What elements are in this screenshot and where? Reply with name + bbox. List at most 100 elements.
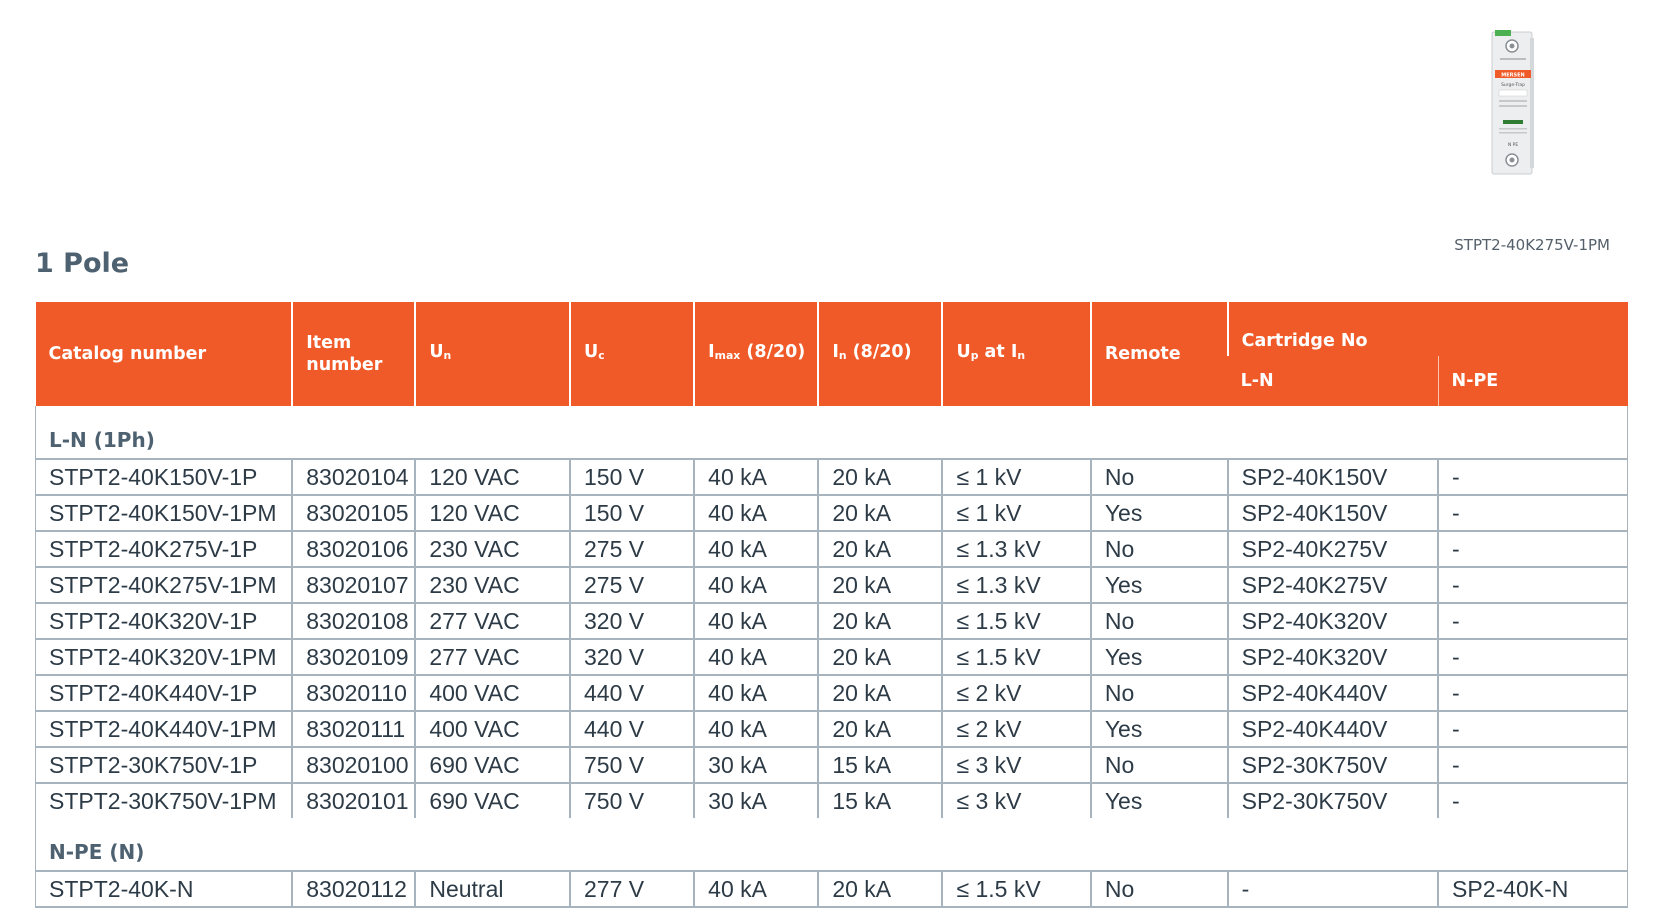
cell-imax: 40 kA <box>693 602 819 639</box>
header-imax: Imax (8/20) <box>693 302 819 406</box>
cell-uc: 275 V <box>568 566 695 603</box>
cell-cartridge-ln: SP2-40K440V <box>1226 710 1439 747</box>
group-row: L-N (1Ph) <box>35 406 1628 459</box>
cell-cartridge-ln: SP2-30K750V <box>1226 782 1439 818</box>
cell-uc: 150 V <box>568 458 695 495</box>
spec-table: Catalog number Item number Un Uc Imax (8… <box>35 302 1629 908</box>
cell-cartridge-ln: SP2-40K150V <box>1226 494 1439 531</box>
header-in: In (8/20) <box>817 302 943 406</box>
cell-cartridge-ln: SP2-40K320V <box>1226 638 1439 675</box>
table-body: L-N (1Ph) STPT2-40K150V-1P 83020104 120 VAC… <box>35 406 1629 908</box>
cell-item-number: 83020100 <box>291 746 416 783</box>
cell-up-at-in: ≤ 2 kV <box>941 674 1091 711</box>
cell-cartridge-npe: - <box>1437 710 1629 747</box>
cell-in: 20 kA <box>817 458 943 495</box>
cell-imax: 40 kA <box>693 566 819 603</box>
cell-un: 120 VAC <box>414 494 570 531</box>
cell-uc: 150 V <box>568 494 695 531</box>
cell-up-at-in: ≤ 1.3 kV <box>941 566 1091 603</box>
group-label: L-N (1Ph) <box>35 406 1628 459</box>
cell-item-number: 83020109 <box>291 638 416 675</box>
cell-un: 690 VAC <box>414 782 570 818</box>
table-row: STPT2-40K440V-1PM 83020111 400 VAC 440 V 40 … <box>35 710 1629 747</box>
cell-catalog-number: STPT2-40K440V-1P <box>35 674 293 711</box>
cell-item-number: 83020110 <box>291 674 416 711</box>
cell-item-number: 83020111 <box>291 710 416 747</box>
product-image: MERSEN Surge-Trap N PE <box>1490 28 1536 178</box>
cell-un: 277 VAC <box>414 602 570 639</box>
cell-un: 230 VAC <box>414 530 570 567</box>
cell-catalog-number: STPT2-40K150V-1PM <box>35 494 293 531</box>
table-row: STPT2-40K275V-1PM 83020107 230 VAC 275 V 40 … <box>35 566 1629 603</box>
cell-up-at-in: ≤ 1 kV <box>941 458 1091 495</box>
cell-un: 400 VAC <box>414 674 570 711</box>
device-model-text: Surge-Trap <box>1501 82 1525 88</box>
cell-uc: 275 V <box>568 530 695 567</box>
cell-cartridge-ln: SP2-40K275V <box>1226 530 1439 567</box>
cell-remote: No <box>1089 458 1228 495</box>
table-row: STPT2-40K150V-1P 83020104 120 VAC 150 V 40 k… <box>35 458 1629 495</box>
cell-in: 20 kA <box>817 494 943 531</box>
cell-remote: Yes <box>1089 566 1228 603</box>
device-mark-text: N PE <box>1508 142 1519 148</box>
cell-catalog-number: STPT2-40K320V-1PM <box>35 638 293 675</box>
cell-remote: No <box>1089 530 1228 567</box>
cell-item-number: 83020101 <box>291 782 416 818</box>
cell-imax: 40 kA <box>693 530 819 567</box>
header-row: Catalog number Item number Un Uc Imax (8… <box>35 302 1628 406</box>
cell-remote: Yes <box>1089 782 1228 818</box>
cell-remote: Yes <box>1089 710 1228 747</box>
cell-remote: No <box>1089 746 1228 783</box>
section-title: 1 Pole <box>35 248 130 279</box>
cell-uc: 750 V <box>568 746 695 783</box>
header-up-at-in: Up at In <box>941 302 1091 406</box>
cell-un: 400 VAC <box>414 710 570 747</box>
cell-cartridge-npe: - <box>1437 566 1629 603</box>
cell-cartridge-npe: - <box>1437 530 1629 567</box>
cell-item-number: 83020106 <box>291 530 416 567</box>
cell-up-at-in: ≤ 1.5 kV <box>941 638 1091 675</box>
cell-cartridge-ln: SP2-40K320V <box>1226 602 1439 639</box>
cell-imax: 40 kA <box>693 458 819 495</box>
cell-cartridge-ln: SP2-40K150V <box>1226 458 1439 495</box>
cell-imax: 40 kA <box>693 638 819 675</box>
cell-imax: 30 kA <box>693 746 819 783</box>
cell-uc: 750 V <box>568 782 695 818</box>
cell-in: 20 kA <box>817 674 943 711</box>
cell-catalog-number: STPT2-30K750V-1P <box>35 746 293 783</box>
cell-item-number: 83020105 <box>291 494 416 531</box>
header-cartridge-ln: L-N <box>1227 356 1439 406</box>
product-caption: STPT2-40K275V-1PM <box>1454 236 1610 254</box>
cell-cartridge-npe: - <box>1437 638 1629 675</box>
cell-cartridge-ln: SP2-40K275V <box>1226 566 1439 603</box>
cell-up-at-in: ≤ 1.3 kV <box>941 530 1091 567</box>
cell-in: 15 kA <box>817 746 943 783</box>
cell-imax: 40 kA <box>693 494 819 531</box>
cell-catalog-number: STPT2-30K750V-1PM <box>35 782 293 818</box>
cell-cartridge-npe: - <box>1437 602 1629 639</box>
cell-imax: 40 kA <box>693 710 819 747</box>
cell-un: 120 VAC <box>414 458 570 495</box>
cell-un: 690 VAC <box>414 746 570 783</box>
cell-in: 20 kA <box>817 638 943 675</box>
group-row: N-PE (N) <box>35 818 1628 871</box>
cell-up-at-in: ≤ 2 kV <box>941 710 1091 747</box>
header-un: Un <box>414 302 570 406</box>
header-cartridge-npe: N-PE <box>1437 356 1628 406</box>
cell-imax: 30 kA <box>693 782 819 818</box>
cell-up-at-in: ≤ 1 kV <box>941 494 1091 531</box>
header-cartridge-no: Cartridge No <box>1226 302 1628 356</box>
cell-uc: 320 V <box>568 638 695 675</box>
cell-remote: Yes <box>1089 494 1228 531</box>
cell-in: 20 kA <box>817 602 943 639</box>
table-row: STPT2-40K275V-1P 83020106 230 VAC 275 V 40 k… <box>35 530 1629 567</box>
table-row: STPT2-40K440V-1P 83020110 400 VAC 440 V 40 k… <box>35 674 1629 711</box>
cell-catalog-number: STPT2-40K440V-1PM <box>35 710 293 747</box>
cell-cartridge-npe: - <box>1437 746 1629 783</box>
cell-uc: 320 V <box>568 602 695 639</box>
header-catalog-number: Catalog number <box>35 302 293 406</box>
cell-item-number: 83020107 <box>291 566 416 603</box>
cell-un: 230 VAC <box>414 566 570 603</box>
cell-in: 20 kA <box>817 530 943 567</box>
cell-cartridge-npe: - <box>1437 494 1629 531</box>
